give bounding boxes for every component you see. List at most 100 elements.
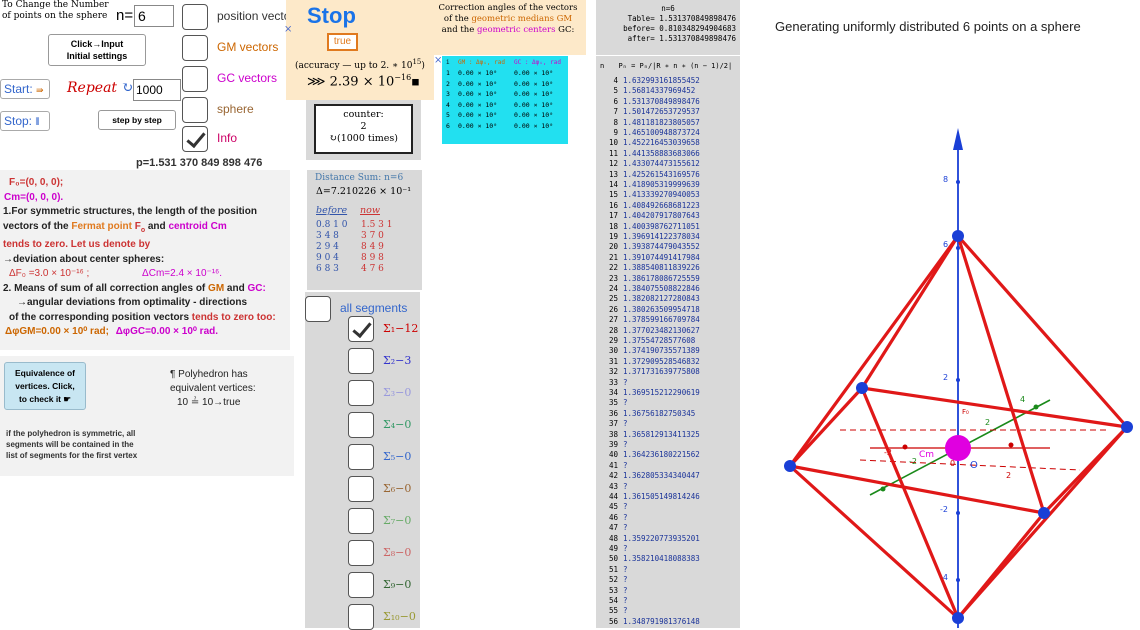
segment-checkbox[interactable]: [348, 348, 374, 374]
list-item: 17 1.404207917807643: [600, 211, 700, 220]
list-item-value: ?: [623, 523, 628, 533]
toggle-checkbox[interactable]: [182, 4, 208, 30]
list-item-value: 1.391074491417984: [623, 252, 700, 262]
deviation-cm: ΔCm=2.4 × 10⁻¹⁶.: [142, 268, 223, 279]
list-item-n: 55: [608, 606, 618, 616]
list-item-value: ?: [623, 596, 628, 605]
delta-gm: ΔφGM=0.00 × 10⁰ rad;: [5, 326, 109, 337]
list-item-value: 1.374190735571389: [623, 346, 700, 356]
correction-header-cell: i: [446, 59, 450, 66]
list-item-n: 49: [608, 544, 618, 553]
stop-button[interactable]: Stop: ⫴: [0, 111, 50, 131]
list-item: 23 1.386178086725559: [600, 274, 700, 283]
pn-header-n: n: [600, 62, 605, 70]
info-line5d: GC:: [247, 282, 266, 294]
close-icon[interactable]: ×: [284, 24, 292, 35]
list-item: 6 1.531370849898476: [600, 96, 700, 106]
table-cell: 3: [446, 90, 450, 98]
list-item-value: 1.531370849898476: [623, 96, 700, 106]
distance-row: 9 0 4 8 9 8: [316, 253, 406, 263]
segment-checkbox[interactable]: [348, 604, 374, 630]
list-item-n: 41: [608, 460, 618, 470]
correction-line2b: geometric medians GM: [471, 14, 573, 24]
step-by-step-button[interactable]: step by step: [98, 110, 176, 130]
list-item-n: 47: [608, 523, 618, 533]
toggle-checkbox[interactable]: [182, 97, 208, 123]
list-item: 21 1.391074491417984: [600, 253, 700, 262]
info-line6: →angular deviations from optimality - di…: [17, 297, 248, 308]
list-item-value: 1.371731639775808: [623, 367, 700, 377]
polyhedron-view[interactable]: 8 6 2 -2 -4 2 4 -2 -2 0 2 Cm O F₀: [745, 40, 1140, 628]
info-line5b: GM: [208, 282, 225, 294]
toggle-label: GM vectors: [217, 40, 279, 54]
click-input-line2: Initial settings: [66, 51, 128, 61]
distance-now-digits: 8 9 8: [361, 253, 384, 263]
list-item-value: 1.382082127280843: [623, 294, 700, 304]
list-item-value: ?: [623, 606, 628, 616]
counter-times-text: (1000 times): [336, 133, 398, 144]
equivalence-line1: Equivalence of: [15, 368, 75, 378]
counter-box: counter: 2 ↻(1000 times): [314, 104, 413, 154]
equivalence-button[interactable]: Equivalence of vertices. Click, to check…: [4, 362, 86, 410]
toggle-checkbox[interactable]: [182, 66, 208, 92]
segment-checkbox[interactable]: [348, 316, 374, 342]
axis-point: [880, 486, 886, 492]
pn-header-p: Pₙ = Pₙ/|R ∗ n ∗ (n − 1)/2|: [618, 62, 733, 70]
list-item-value: 1.388540811839226: [623, 263, 700, 273]
pointer-icon: ☛: [63, 394, 72, 404]
list-item-value: 1.408492668681223: [623, 200, 700, 210]
symmetry-note: if the polyhedron is symmetric, all segm…: [6, 428, 137, 461]
list-item-value: 1.348791981376148: [623, 616, 700, 626]
list-item-n: 29: [608, 336, 618, 345]
centroid-coords: Cm=(0, 0, 0).: [4, 191, 64, 203]
vertex: [784, 460, 796, 472]
segment-checkbox[interactable]: [348, 572, 374, 598]
distance-before-digits: 3 4 8: [316, 231, 339, 241]
polyhedron-info: ¶ Polyhedron has equivalent vertices: 10…: [170, 368, 256, 410]
list-item-n: 50: [608, 554, 618, 564]
list-item-value: 1.377023482130627: [623, 325, 700, 335]
list-item-n: 23: [608, 273, 618, 283]
axis-point: [1008, 442, 1014, 448]
start-button[interactable]: Start: ⇛: [0, 79, 50, 99]
list-item-value: 1.372909528546832: [623, 356, 700, 366]
list-item-n: 13: [608, 169, 618, 179]
list-item-n: 46: [608, 512, 618, 522]
info-line5a: 2. Means of sum of all correction angles…: [3, 282, 209, 294]
list-item-n: 9: [613, 128, 618, 137]
symmetry-note-3: list of segments for the first vertex: [6, 451, 138, 460]
list-item: 53?: [600, 586, 628, 595]
segment-checkbox[interactable]: [348, 476, 374, 502]
z-tick-label-2: 2: [943, 373, 948, 382]
table-row: 1 0.00 × 10⁰ 0.00 × 10⁰: [446, 69, 570, 77]
table-row: 2 0.00 × 10⁰ 0.00 × 10⁰: [446, 80, 570, 88]
segment-checkbox[interactable]: [348, 508, 374, 534]
segment-checkbox[interactable]: [348, 380, 374, 406]
all-segments-checkbox[interactable]: [305, 296, 331, 322]
info-line7b: tends to zero too:: [191, 311, 276, 323]
list-item-n: 10: [608, 138, 618, 148]
fermat-point-coords: F₀=(0, 0, 0);: [9, 177, 64, 188]
list-item: 24 1.384075508822846: [600, 284, 700, 293]
list-item-value: 1.452216453039658: [623, 138, 700, 148]
list-item-value: ?: [623, 419, 628, 429]
toggle-checkbox[interactable]: [182, 126, 208, 152]
info-line2e: and: [145, 220, 169, 232]
click-input-button[interactable]: Click→Input Initial settings: [48, 34, 146, 66]
repeat-input[interactable]: 1000: [133, 79, 181, 101]
table-cell: 4: [446, 100, 450, 109]
list-item: 36 1.36756182750345: [600, 409, 695, 418]
info-line1: 1.For symmetric structures, the length o…: [3, 206, 257, 217]
segment-checkbox[interactable]: [348, 444, 374, 470]
list-item-n: 38: [608, 429, 618, 439]
fermat-label: F₀: [962, 408, 969, 416]
n-input[interactable]: 6: [134, 5, 174, 27]
table-stats-table: Table= 1.531370849898476: [627, 14, 736, 23]
list-item: 55?: [600, 606, 628, 615]
segment-checkbox[interactable]: [348, 412, 374, 438]
list-item-n: 32: [608, 367, 618, 377]
toggle-checkbox[interactable]: [182, 35, 208, 61]
segment-checkbox[interactable]: [348, 540, 374, 566]
polyhedron-marker-icon: ¶: [170, 369, 179, 380]
loop-icon: ↻: [329, 133, 337, 144]
